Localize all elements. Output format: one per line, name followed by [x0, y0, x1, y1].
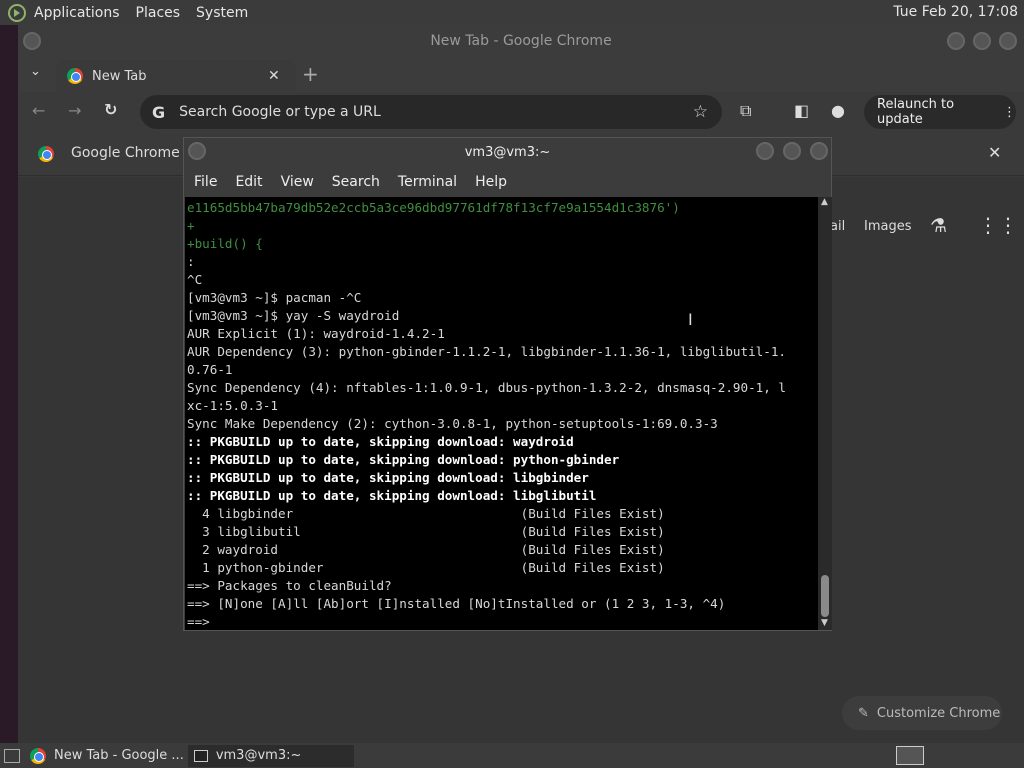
taskbar-item-chrome[interactable]: New Tab - Google ...: [24, 745, 184, 767]
chrome-titlebar[interactable]: New Tab - Google Chrome: [18, 25, 1024, 58]
terminal-line: :: [187, 254, 195, 269]
taskbar-terminal-icon: [193, 749, 208, 762]
terminal-menubar: File Edit View Search Terminal Help: [184, 168, 831, 196]
profile-avatar-icon[interactable]: ●: [831, 101, 845, 120]
close-window-icon[interactable]: [999, 32, 1017, 50]
terminal-line: :: PKGBUILD up to date, skipping downloa…: [187, 452, 620, 467]
terminal-line: ==> [N]one [A]ll [Ab]ort [I]nstalled [No…: [187, 596, 726, 611]
taskbar-chrome-icon: [30, 747, 46, 764]
text-cursor-icon: I: [688, 310, 693, 329]
terminal-line: ==>: [187, 614, 210, 629]
relaunch-label: Relaunch to update: [877, 97, 955, 127]
terminal-line: +build() {: [187, 236, 263, 251]
terminal-line: ^C: [187, 272, 203, 287]
infobar-text: Google Chrome is: [71, 145, 196, 161]
menu-view[interactable]: View: [281, 174, 314, 190]
taskbar-chrome-label: New Tab - Google ...: [54, 748, 184, 763]
side-panel-icon[interactable]: ◧: [794, 101, 809, 120]
terminal-line: 2 waydroid (Build Files Exist): [187, 542, 665, 557]
bookmark-star-icon[interactable]: ☆: [693, 102, 708, 122]
menu-places[interactable]: Places: [136, 5, 181, 21]
taskbar-terminal-label: vm3@vm3:~: [215, 748, 302, 763]
images-link[interactable]: Images: [864, 219, 912, 234]
pencil-icon: ✎: [858, 705, 869, 721]
taskbar: New Tab - Google ... vm3@vm3:~: [0, 743, 1024, 768]
taskbar-item-terminal[interactable]: vm3@vm3:~: [187, 744, 354, 767]
maximize-icon[interactable]: [973, 32, 991, 50]
tab-new-tab[interactable]: New Tab ✕: [56, 60, 296, 92]
new-tab-plus-icon[interactable]: +: [302, 62, 319, 86]
desktop-edge: [0, 25, 18, 743]
terminal-title: vm3@vm3:~: [464, 145, 551, 160]
terminal-window: vm3@vm3:~ File Edit View Search Terminal…: [183, 137, 832, 631]
menu-help[interactable]: Help: [475, 174, 507, 190]
tab-strip: ⌄ New Tab ✕ +: [18, 58, 1024, 92]
window-menu-icon[interactable]: [23, 32, 41, 50]
terminal-line: 3 libglibutil (Build Files Exist): [187, 524, 665, 539]
terminal-line: 1 python-gbinder (Build Files Exist): [187, 560, 665, 575]
terminal-line: AUR Explicit (1): waydroid-1.4.2-1: [187, 326, 445, 341]
terminal-line: [vm3@vm3 ~]$ pacman -^C: [187, 290, 362, 305]
menu-terminal[interactable]: Terminal: [398, 174, 457, 190]
menu-applications[interactable]: Applications: [34, 5, 120, 21]
labs-flask-icon[interactable]: ⚗: [930, 215, 947, 237]
back-arrow-icon[interactable]: ←: [32, 101, 45, 120]
omnibox-placeholder: Search Google or type a URL: [179, 104, 381, 120]
terminal-minimize-icon[interactable]: [756, 142, 774, 160]
terminal-line: :: PKGBUILD up to date, skipping downloa…: [187, 488, 597, 503]
terminal-output: e1165d5bb47ba79db52e2ccb5a3ce96dbd97761d…: [185, 197, 818, 630]
terminal-window-menu-icon[interactable]: [188, 142, 206, 160]
terminal-line: :: PKGBUILD up to date, skipping downloa…: [187, 434, 574, 449]
terminal-maximize-icon[interactable]: [783, 142, 801, 160]
chrome-logo-icon: [67, 68, 83, 84]
chrome-menu-icon[interactable]: ⋮: [1003, 105, 1016, 120]
terminal-line: xc-1:5.0.3-1: [187, 398, 278, 413]
chrome-toolbar: ← → ↻ G Search Google or type a URL ☆ ⧉ …: [18, 92, 1024, 132]
tab-search-chevron-icon[interactable]: ⌄: [30, 64, 41, 79]
terminal-line: e1165d5bb47ba79db52e2ccb5a3ce96dbd97761d…: [187, 200, 680, 215]
forward-arrow-icon[interactable]: →: [68, 101, 81, 120]
clock[interactable]: Tue Feb 20, 17:08: [893, 4, 1018, 20]
top-panel: Applications Places System Tue Feb 20, 1…: [0, 0, 1024, 25]
terminal-scrollbar[interactable]: ▲ ▼: [818, 197, 832, 630]
terminal-close-icon[interactable]: [810, 142, 828, 160]
customize-label: Customize Chrome: [876, 705, 1001, 721]
menu-edit[interactable]: Edit: [235, 174, 262, 190]
omnibox[interactable]: G Search Google or type a URL ☆: [140, 95, 722, 129]
terminal-titlebar[interactable]: vm3@vm3:~: [184, 138, 831, 168]
scroll-thumb[interactable]: [821, 575, 829, 617]
tab-close-icon[interactable]: ✕: [268, 68, 280, 84]
menu-file[interactable]: File: [194, 174, 217, 190]
gmail-link[interactable]: ail: [830, 219, 845, 234]
extensions-puzzle-icon[interactable]: ⧉: [740, 101, 751, 121]
terminal-screen[interactable]: e1165d5bb47ba79db52e2ccb5a3ce96dbd97761d…: [185, 197, 818, 630]
terminal-line: 0.76-1: [187, 362, 233, 377]
menu-search[interactable]: Search: [332, 174, 380, 190]
show-desktop-icon[interactable]: [4, 748, 20, 763]
terminal-line: AUR Dependency (3): python-gbinder-1.1.2…: [187, 344, 786, 359]
relaunch-button[interactable]: Relaunch to update ⋮: [864, 95, 1016, 129]
terminal-line: Sync Make Dependency (2): cython-3.0.8-1…: [187, 416, 718, 431]
distro-logo-icon[interactable]: [8, 3, 26, 22]
reload-icon[interactable]: ↻: [104, 100, 117, 119]
apps-grid-icon[interactable]: ⋮⋮: [978, 213, 1018, 237]
terminal-line: :: PKGBUILD up to date, skipping downloa…: [187, 470, 589, 485]
minimize-icon[interactable]: [947, 32, 965, 50]
tab-label: New Tab: [92, 68, 147, 84]
customize-chrome-button[interactable]: ✎ Customize Chrome: [842, 696, 1002, 730]
menu-system[interactable]: System: [196, 5, 248, 21]
terminal-line: [vm3@vm3 ~]$ yay -S waydroid: [187, 308, 400, 323]
terminal-line: ==> Packages to cleanBuild?: [187, 578, 392, 593]
infobar-chrome-logo-icon: [38, 146, 54, 162]
chrome-window-title: New Tab - Google Chrome: [430, 33, 612, 49]
scroll-down-icon[interactable]: ▼: [821, 618, 828, 628]
workspace-switcher-icon[interactable]: [896, 746, 924, 765]
terminal-line: Sync Dependency (4): nftables-1:1.0.9-1,…: [187, 380, 786, 395]
infobar-close-icon[interactable]: ✕: [988, 143, 1001, 162]
google-g-icon: G: [152, 102, 166, 122]
terminal-line: 4 libgbinder (Build Files Exist): [187, 506, 665, 521]
scroll-up-icon[interactable]: ▲: [821, 197, 828, 207]
terminal-line: +: [187, 218, 195, 233]
